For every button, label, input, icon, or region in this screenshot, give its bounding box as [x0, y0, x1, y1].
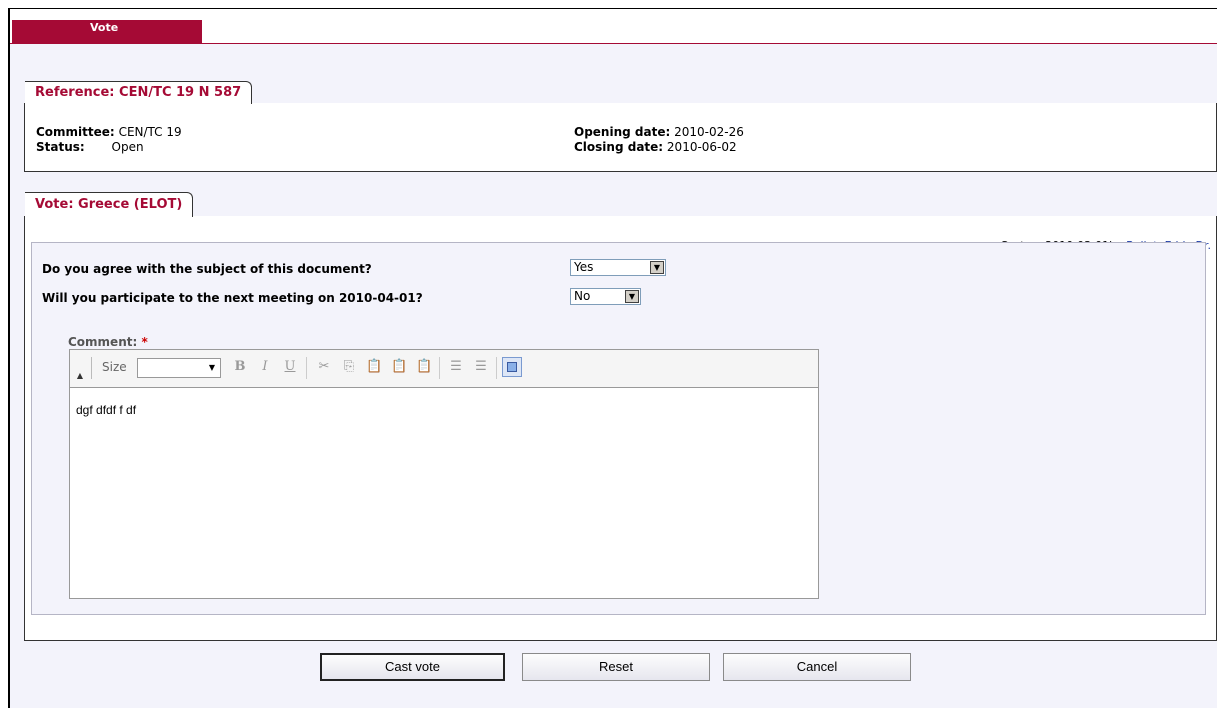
status-label: Status:: [36, 140, 85, 154]
vote-page: Vote Reference: CEN/TC 19 N 587 Committe…: [8, 8, 1217, 708]
vote-legend: Vote: Greece (ELOT): [25, 192, 194, 217]
reference-section: Reference: CEN/TC 19 N 587 Committee: CE…: [24, 81, 1217, 172]
copy-icon[interactable]: ⎘: [341, 359, 357, 375]
toolbar-separator: [306, 357, 307, 379]
question-meeting: Will you participate to the next meeting…: [42, 291, 423, 305]
chevron-down-icon[interactable]: ▼: [625, 290, 639, 303]
closing-date-label: Closing date:: [574, 140, 664, 154]
toolbar-separator: [439, 357, 440, 379]
meeting-select[interactable]: No ▼: [570, 288, 641, 305]
cut-icon[interactable]: ✂: [316, 359, 332, 375]
reset-button[interactable]: Reset: [522, 653, 710, 681]
comment-label: Comment: *: [68, 335, 148, 349]
italic-icon[interactable]: I: [257, 359, 273, 375]
paste-word-icon[interactable]: 📋: [416, 359, 432, 375]
cast-vote-button[interactable]: Cast vote: [320, 653, 505, 681]
size-label: Size: [102, 360, 127, 374]
toolbar-grip: [91, 357, 92, 379]
bullet-list-icon[interactable]: ☰: [473, 359, 489, 375]
committee-row: Committee: CEN/TC 19: [36, 125, 182, 139]
tab-bar: Vote: [10, 9, 1217, 44]
meeting-select-value: No: [574, 289, 591, 303]
comment-text[interactable]: dgf dfdf f df: [76, 403, 136, 417]
agree-select-value: Yes: [574, 260, 594, 274]
question-agree: Do you agree with the subject of this do…: [42, 262, 372, 276]
closing-date-row: Closing date: 2010-06-02: [574, 140, 737, 154]
committee-label: Committee:: [36, 125, 115, 139]
paste-text-icon[interactable]: 📋: [391, 359, 407, 375]
comment-editor[interactable]: ▲ Size ▼ B I U ✂ ⎘ 📋 📋 📋 ☰ ☰ dgf dfdf f …: [69, 349, 819, 599]
opening-date-label: Opening date:: [574, 125, 671, 139]
source-view-icon[interactable]: [502, 357, 522, 377]
opening-date-value: 2010-02-26: [674, 125, 744, 139]
editor-toolbar: ▲ Size ▼ B I U ✂ ⎘ 📋 📋 📋 ☰ ☰: [70, 350, 818, 388]
closing-date-value: 2010-06-02: [666, 140, 737, 154]
collapse-toolbar-icon[interactable]: ▲: [72, 368, 88, 384]
numbered-list-icon[interactable]: ☰: [448, 359, 464, 375]
cancel-button[interactable]: Cancel: [723, 653, 911, 681]
status-row: Status: Open: [36, 140, 144, 154]
toolbar-separator: [496, 357, 497, 379]
required-marker: *: [141, 335, 148, 349]
font-size-select[interactable]: ▼: [137, 358, 221, 378]
chevron-down-icon[interactable]: ▼: [206, 361, 218, 375]
chevron-down-icon[interactable]: ▼: [650, 261, 664, 274]
committee-value: CEN/TC 19: [118, 125, 182, 139]
agree-select[interactable]: Yes ▼: [570, 259, 666, 276]
bold-icon[interactable]: B: [232, 359, 248, 375]
comment-label-text: Comment:: [68, 335, 138, 349]
status-value: Open: [111, 140, 144, 154]
tab-vote[interactable]: Vote: [12, 20, 202, 44]
paste-icon[interactable]: 📋: [366, 359, 382, 375]
underline-icon[interactable]: U: [282, 359, 298, 375]
opening-date-row: Opening date: 2010-02-26: [574, 125, 744, 139]
reference-legend: Reference: CEN/TC 19 N 587: [25, 81, 253, 104]
